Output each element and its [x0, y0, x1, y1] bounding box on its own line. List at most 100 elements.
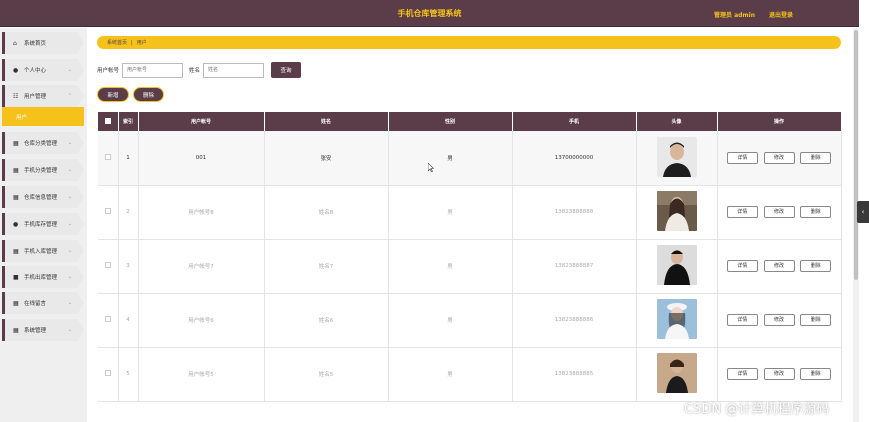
cell-name: 姓名8 [264, 185, 389, 240]
sidebar-item-home[interactable]: ⌂ 系统首页 [2, 32, 84, 54]
cell-phone: 13823888887 [512, 239, 637, 294]
chevron-down-icon: ⌄ [67, 221, 72, 227]
row-delete-button[interactable]: 删除 [800, 206, 832, 218]
row-checkbox[interactable] [104, 316, 111, 322]
scrollbar-thumb[interactable] [854, 30, 858, 280]
name-search-input[interactable] [203, 62, 265, 78]
sidebar-item-phone-in[interactable]: ▦ 手机入库管理 ⌄ [2, 240, 84, 262]
collapse-panel-button[interactable]: ‹ [857, 201, 869, 223]
sidebar-item-label: 个人中心 [24, 68, 47, 74]
cell-name: 姓名6 [264, 293, 389, 348]
sidebar-item-label: 在线留言 [24, 301, 47, 307]
row-delete-button[interactable]: 删除 [800, 368, 832, 380]
column-header: 用户帐号 [138, 112, 265, 131]
grid-icon: ▦ [13, 326, 19, 334]
avatar [656, 245, 697, 285]
column-header: 头像 [636, 112, 718, 131]
cell-account: 用户帐号8 [138, 185, 265, 240]
select-all-checkbox[interactable] [104, 117, 111, 124]
cell-name: 张安 [264, 131, 389, 186]
cell-phone: 13823888886 [512, 293, 637, 348]
add-button[interactable]: 新增 [97, 87, 129, 102]
detail-button[interactable]: 详情 [726, 368, 758, 380]
avatar [656, 299, 697, 339]
name-label: 姓名 [189, 68, 201, 74]
logout-link[interactable]: 退出登录 [769, 10, 793, 19]
sidebar-item-phone-stock[interactable]: ● 手机库存管理 ⌄ [2, 213, 84, 235]
sidebar-item-profile[interactable]: ● 个人中心 ⌄ [2, 59, 84, 81]
table-row: 3 用户帐号7 姓名7 男 13823888887 详情 修改 删除 [98, 239, 842, 294]
delete-button[interactable]: 删除 [133, 87, 164, 102]
breadcrumb-current: 用户 [136, 40, 147, 46]
row-delete-button[interactable]: 删除 [800, 260, 832, 272]
edit-button[interactable]: 修改 [763, 260, 795, 272]
detail-button[interactable]: 详情 [726, 206, 758, 218]
sidebar-item-warehouse-info[interactable]: ▦ 仓库信息管理 ⌄ [2, 186, 84, 208]
sidebar-item-label: 系统管理 [24, 328, 47, 334]
home-icon: ⌂ [13, 39, 17, 47]
detail-button[interactable]: 详情 [726, 151, 758, 164]
sidebar-item-label: 手机库存管理 [24, 222, 58, 228]
grid-icon: ▦ [13, 139, 19, 147]
row-checkbox[interactable] [104, 153, 111, 160]
cell-gender: 男 [388, 239, 513, 294]
grid-icon: ▦ [13, 247, 19, 255]
detail-button[interactable]: 详情 [726, 260, 758, 272]
sidebar-item-warehouse-category[interactable]: ▦ 仓库分类管理 ⌄ [2, 132, 84, 154]
cell-account: 用户帐号5 [138, 347, 265, 402]
chevron-down-icon: ⌄ [67, 194, 72, 200]
cell-index: 3 [118, 239, 139, 294]
account-label: 用户帐号 [97, 68, 120, 74]
sidebar-item-label: 用户管理 [24, 94, 47, 100]
search-form: 用户帐号 姓名 查询 [97, 62, 302, 78]
table-row: 5 用户帐号5 姓名5 男 13823888885 详情 修改 删除 [98, 347, 842, 402]
sidebar-item-system[interactable]: ▦ 系统管理 ⌄ [2, 319, 84, 341]
chevron-down-icon: ⌄ [67, 67, 72, 73]
sidebar-item-label: 手机入库管理 [24, 249, 58, 255]
sidebar-item-messages[interactable]: ▦ 在线留言 ⌄ [2, 292, 84, 314]
cell-phone: 13823888888 [512, 185, 637, 240]
cell-index: 1 [118, 131, 139, 186]
admin-label: 管理员 admin [714, 12, 756, 19]
column-header: 性别 [388, 112, 513, 131]
edit-button[interactable]: 修改 [763, 151, 795, 164]
cell-gender: 男 [388, 131, 513, 186]
chevron-up-icon: ⌃ [67, 93, 72, 99]
detail-button[interactable]: 详情 [726, 314, 758, 326]
page-scrollbar[interactable] [853, 28, 859, 422]
chevron-left-icon: ‹ [861, 208, 865, 216]
row-delete-button[interactable]: 删除 [800, 314, 832, 326]
grid-icon: ▦ [13, 166, 19, 174]
account-search-input[interactable] [122, 62, 184, 78]
select-all-header[interactable] [98, 112, 119, 131]
sidebar-item-user-manage[interactable]: ☷ 用户管理 ⌃ [2, 85, 84, 107]
sidebar-item-label: 手机出库管理 [24, 275, 58, 281]
sidebar-item-label: 系统首页 [24, 41, 47, 47]
edit-button[interactable]: 修改 [763, 314, 795, 326]
row-checkbox[interactable] [104, 208, 111, 214]
row-checkbox[interactable] [104, 370, 111, 376]
avatar [656, 353, 697, 393]
search-button[interactable]: 查询 [271, 62, 302, 78]
cell-account: 用户帐号7 [138, 239, 265, 294]
row-checkbox[interactable] [104, 262, 111, 268]
main-content: 系统首页 | 用户 用户帐号 姓名 查询 新增 删除 索引 用户帐号 姓名 性别… [88, 28, 852, 422]
sidebar-item-phone-category[interactable]: ▦ 手机分类管理 ⌄ [2, 159, 84, 181]
table-row: 4 用户帐号6 姓名6 男 13823888886 详情 修改 删除 [98, 293, 842, 348]
edit-button[interactable]: 修改 [763, 368, 795, 380]
user-icon: ● [13, 66, 19, 74]
column-header: 手机 [512, 112, 637, 131]
sidebar-subitem-user[interactable]: 用户 [2, 107, 84, 126]
edit-button[interactable]: 修改 [763, 206, 795, 218]
breadcrumb-separator: | [131, 39, 133, 46]
top-header: 手机仓库管理系统 管理员 admin 退出登录 [0, 0, 859, 27]
row-delete-button[interactable]: 删除 [800, 151, 832, 164]
breadcrumb-home[interactable]: 系统首页 [107, 39, 127, 46]
sidebar-item-label: 手机分类管理 [24, 168, 58, 174]
column-header: 姓名 [264, 112, 389, 131]
table-row: 1 001 张安 男 13700000000 详情 修改 删除 [98, 131, 842, 186]
cell-name: 姓名5 [264, 347, 389, 402]
cell-gender: 男 [388, 293, 513, 348]
cell-gender: 男 [388, 347, 513, 402]
sidebar-item-phone-out[interactable]: ■ 手机出库管理 ⌄ [2, 266, 84, 288]
